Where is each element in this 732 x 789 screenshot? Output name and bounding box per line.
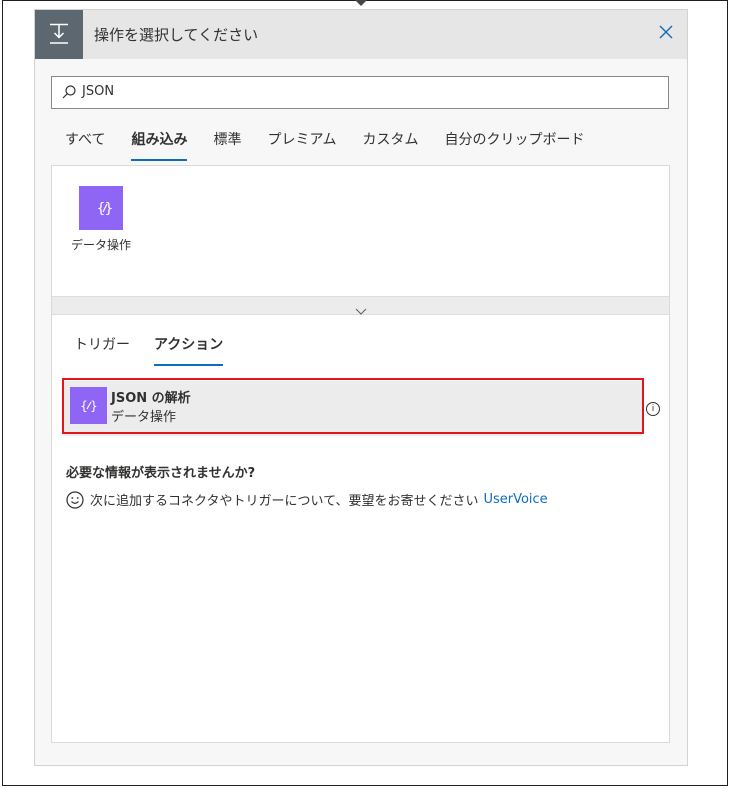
tab-builtin[interactable]: 組み込み bbox=[131, 129, 188, 161]
choose-operation-card: 操作を選択してください JSON すべて 組み込み 標準 プレミアム カスタム … bbox=[34, 9, 688, 766]
info-icon[interactable]: i bbox=[646, 402, 660, 416]
tab-premium[interactable]: プレミアム bbox=[267, 129, 336, 161]
search-icon bbox=[62, 85, 76, 99]
search-value: JSON bbox=[82, 84, 115, 99]
tab-my-clipboard[interactable]: 自分のクリップボード bbox=[445, 129, 585, 161]
highlight-box bbox=[62, 378, 644, 434]
tab-custom[interactable]: カスタム bbox=[363, 129, 419, 161]
tab-all[interactable]: すべて bbox=[65, 129, 105, 161]
close-button[interactable] bbox=[655, 21, 677, 43]
operation-icon bbox=[35, 10, 83, 59]
pointer-notch bbox=[355, 0, 367, 6]
smiley-icon bbox=[66, 490, 84, 509]
feedback-row: 次に追加するコネクタやトリガーについて、要望をお寄せください UserVoice bbox=[66, 490, 548, 509]
svg-text:}: } bbox=[105, 201, 114, 217]
tab-triggers[interactable]: トリガー bbox=[74, 334, 130, 366]
close-icon bbox=[659, 25, 673, 39]
trigger-action-tabs: トリガー アクション bbox=[74, 334, 247, 366]
card-header: 操作を選択してください bbox=[35, 10, 687, 59]
uservoice-link[interactable]: UserVoice bbox=[483, 492, 547, 507]
connector-data-operation[interactable]: { } データ操作 bbox=[66, 186, 136, 253]
connector-label: データ操作 bbox=[70, 238, 131, 252]
results-panel: { } データ操作 トリガー アクション { } JSON の解析 データ操作 … bbox=[51, 165, 670, 743]
tab-standard[interactable]: 標準 bbox=[213, 129, 241, 161]
expand-connectors-bar[interactable] bbox=[52, 296, 669, 315]
feedback-text: 次に追加するコネクタやトリガーについて、要望をお寄せください bbox=[90, 494, 479, 509]
connector-tile: { } bbox=[79, 186, 123, 230]
tab-actions[interactable]: アクション bbox=[154, 334, 224, 366]
curly-braces-icon: { } bbox=[97, 201, 114, 217]
search-input[interactable]: JSON bbox=[51, 76, 669, 109]
missing-info-heading: 必要な情報が表示されませんか? bbox=[66, 466, 256, 481]
category-tabs: すべて 組み込み 標準 プレミアム カスタム 自分のクリップボード bbox=[65, 129, 611, 163]
page-title: 操作を選択してください bbox=[94, 26, 259, 44]
chevron-down-icon bbox=[355, 308, 366, 315]
